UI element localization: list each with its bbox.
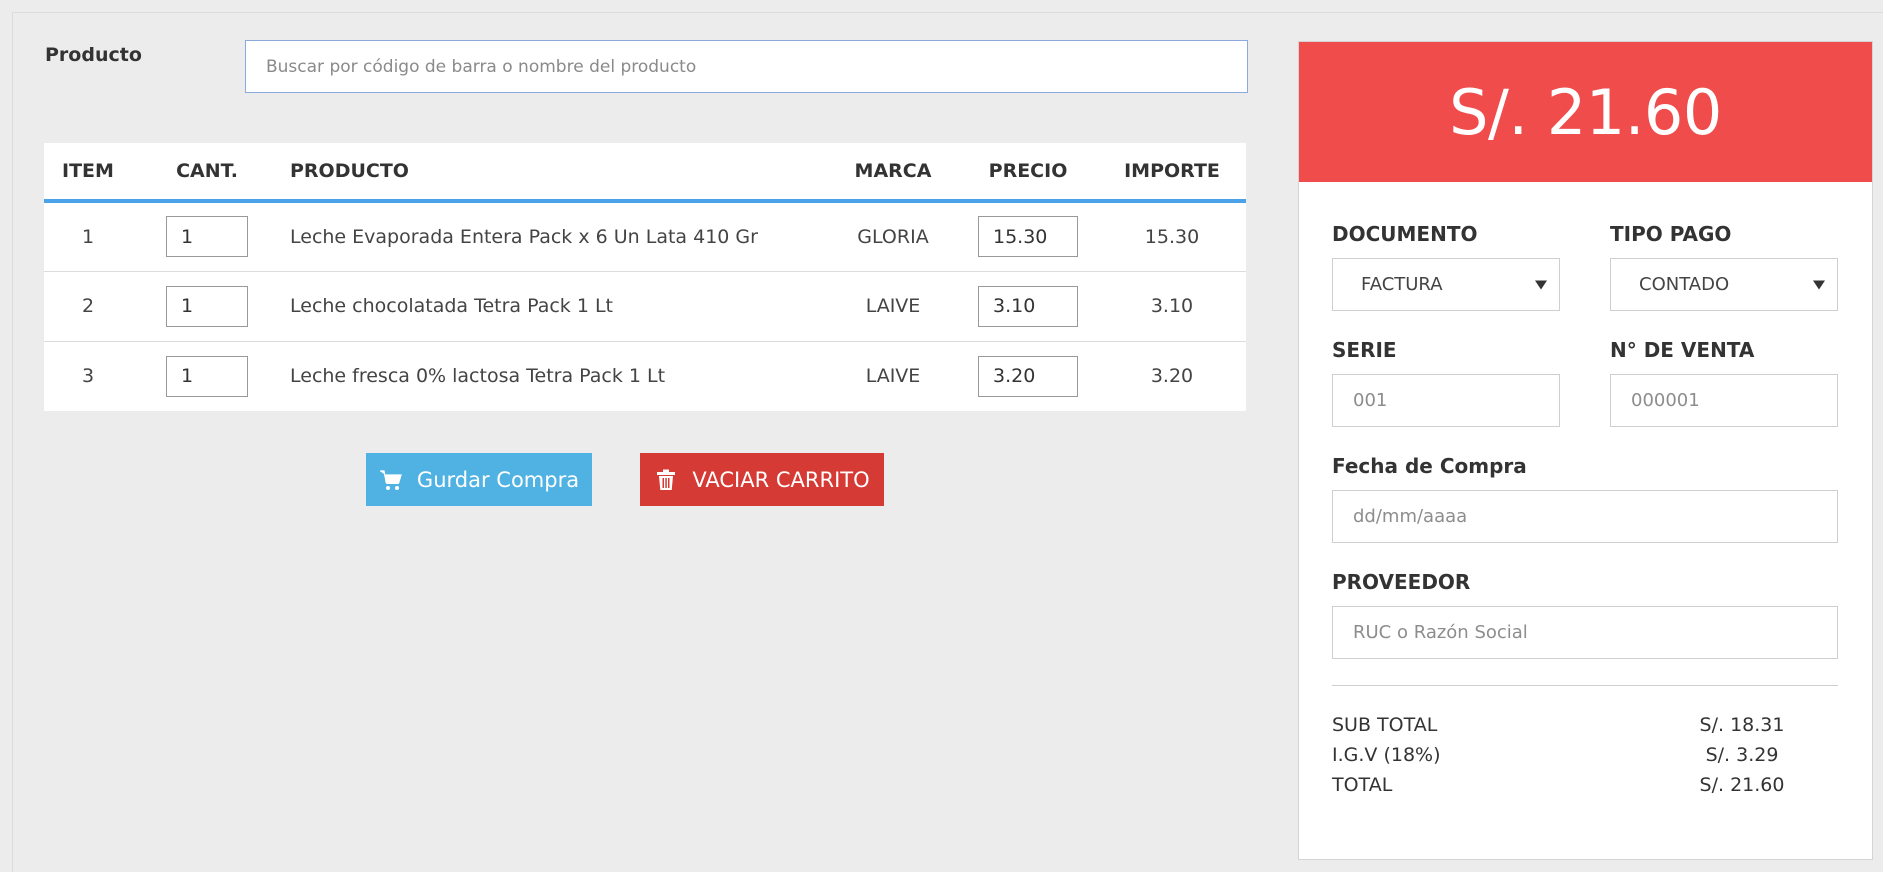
chevron-down-icon <box>1813 280 1825 289</box>
supplier-label: PROVEEDOR <box>1332 570 1471 594</box>
header-price: PRECIO <box>958 143 1098 203</box>
tax-label: I.G.V (18%) <box>1332 744 1441 766</box>
product-label: Producto <box>45 44 142 66</box>
subtotal-label: SUB TOTAL <box>1332 714 1438 736</box>
save-purchase-label: Gurdar Compra <box>416 467 580 492</box>
subtotal-value: S/. 18.31 <box>1699 714 1785 736</box>
purchase-date-input[interactable] <box>1332 490 1838 543</box>
cart-icon <box>379 469 402 490</box>
header-brand: MARCA <box>828 143 958 203</box>
payment-type-label: TIPO PAGO <box>1610 222 1732 246</box>
header-item: ITEM <box>44 143 132 203</box>
row-item: 3 <box>81 365 95 388</box>
qty-input[interactable] <box>166 355 248 397</box>
row-qty-cell <box>132 271 282 342</box>
sale-number-input[interactable] <box>1610 374 1838 427</box>
row-product: Leche Evaporada Entera Pack x 6 Un Lata … <box>282 201 828 272</box>
row-amount: 3.20 <box>1150 365 1194 388</box>
tax-value: S/. 3.29 <box>1705 744 1779 766</box>
row-qty-cell <box>132 201 282 272</box>
clear-cart-button[interactable]: VACIAR CARRITO <box>640 453 884 506</box>
total-row: TOTAL S/. 21.60 <box>1332 774 1802 796</box>
clear-cart-label: VACIAR CARRITO <box>692 467 870 492</box>
sale-number-label: N° DE VENTA <box>1610 338 1755 362</box>
price-input[interactable] <box>978 285 1078 327</box>
qty-input[interactable] <box>166 216 248 258</box>
table-row: 1 Leche Evaporada Entera Pack x 6 Un Lat… <box>44 201 1246 272</box>
purchase-summary-panel: S/. 21.60 DOCUMENTO FACTURA TIPO PAGO CO… <box>1298 41 1873 860</box>
series-label: SERIE <box>1332 338 1397 362</box>
series-input[interactable] <box>1332 374 1560 427</box>
product-search-input[interactable] <box>245 40 1248 93</box>
price-input[interactable] <box>978 216 1078 258</box>
total-label: TOTAL <box>1332 774 1393 796</box>
row-item: 1 <box>44 201 132 272</box>
header-qty: CANT. <box>132 143 282 203</box>
tax-row: I.G.V (18%) S/. 3.29 <box>1332 744 1802 766</box>
payment-type-select-value: CONTADO <box>1639 274 1730 295</box>
row-product: Leche chocolatada Tetra Pack 1 Lt <box>282 271 828 342</box>
purchase-date-label: Fecha de Compra <box>1332 454 1527 478</box>
trash-icon <box>657 469 676 490</box>
table-row: 3 Leche fresca 0% lactosa Tetra Pack 1 L… <box>44 341 1246 411</box>
supplier-input[interactable] <box>1332 606 1838 659</box>
save-purchase-button[interactable]: Gurdar Compra <box>366 453 592 506</box>
row-item: 2 <box>44 271 132 342</box>
total-value: S/. 21.60 <box>1699 774 1785 796</box>
row-brand: GLORIA <box>828 201 958 272</box>
header-product: PRODUCTO <box>282 143 828 203</box>
price-input[interactable] <box>978 355 1078 397</box>
total-banner: S/. 21.60 <box>1299 42 1872 182</box>
document-select[interactable]: FACTURA <box>1332 258 1560 311</box>
row-price-cell <box>958 341 1098 411</box>
table-header-row: ITEM CANT. PRODUCTO MARCA PRECIO IMPORTE <box>44 143 1246 203</box>
row-brand: LAIVE <box>865 365 921 388</box>
row-brand: LAIVE <box>828 271 958 342</box>
cart-table: ITEM CANT. PRODUCTO MARCA PRECIO IMPORTE… <box>44 143 1246 411</box>
header-amount: IMPORTE <box>1098 143 1246 203</box>
table-row: 2 Leche chocolatada Tetra Pack 1 Lt LAIV… <box>44 271 1246 342</box>
chevron-down-icon <box>1535 280 1547 289</box>
row-qty-cell <box>132 341 282 411</box>
row-amount: 3.10 <box>1098 271 1246 342</box>
row-price-cell <box>958 201 1098 272</box>
row-amount: 15.30 <box>1098 201 1246 272</box>
summary-divider <box>1332 685 1838 686</box>
qty-input[interactable] <box>166 285 248 327</box>
payment-type-select[interactable]: CONTADO <box>1610 258 1838 311</box>
row-price-cell <box>958 271 1098 342</box>
document-label: DOCUMENTO <box>1332 222 1478 246</box>
row-product: Leche fresca 0% lactosa Tetra Pack 1 Lt <box>290 365 666 388</box>
subtotal-row: SUB TOTAL S/. 18.31 <box>1332 714 1802 736</box>
document-select-value: FACTURA <box>1361 274 1443 295</box>
